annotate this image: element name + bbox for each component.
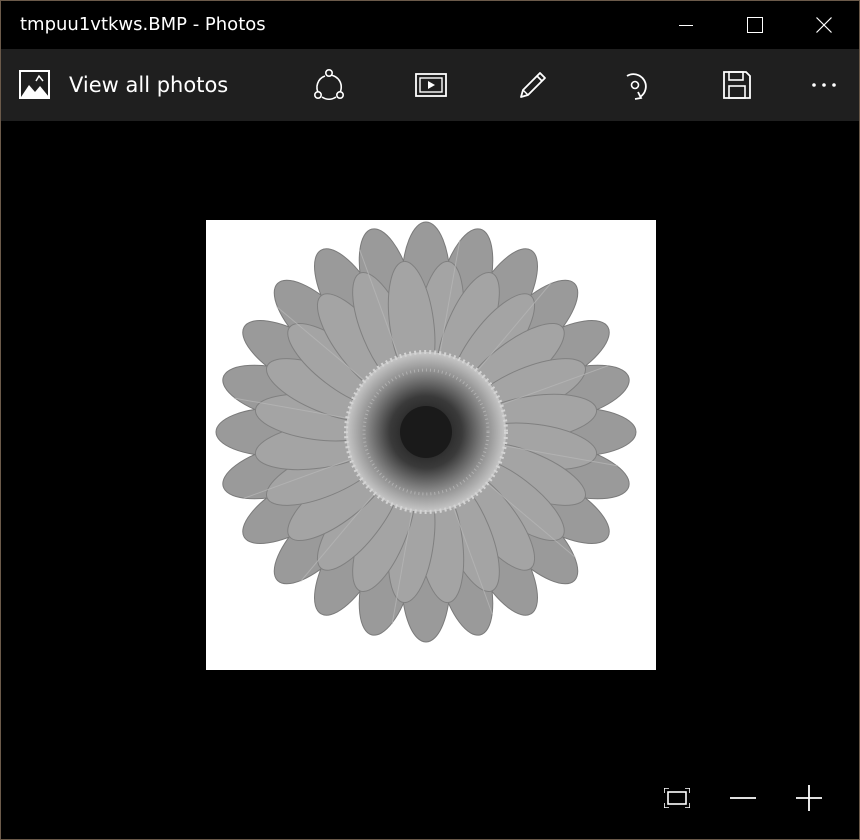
close-button[interactable]: [790, 1, 858, 49]
zoom-in-button[interactable]: [787, 776, 831, 820]
save-button[interactable]: [713, 61, 761, 109]
edit-pencil-icon: [520, 72, 546, 98]
maximize-icon: [747, 17, 763, 33]
toolbar: View all photos: [1, 49, 859, 121]
share-button[interactable]: [305, 61, 353, 109]
photos-icon: [19, 70, 50, 99]
minimize-icon: [679, 25, 693, 26]
zoom-out-button[interactable]: [721, 776, 765, 820]
slideshow-button[interactable]: [407, 61, 455, 109]
window-title: tmpuu1vtkws.BMP - Photos: [20, 14, 266, 35]
fit-to-window-icon: [664, 788, 690, 808]
minimize-button[interactable]: [652, 1, 720, 49]
photos-window: tmpuu1vtkws.BMP - Photos View all photos: [0, 0, 860, 840]
view-all-photos-label: View all photos: [69, 73, 229, 97]
edit-button[interactable]: [509, 61, 557, 109]
maximize-button[interactable]: [721, 1, 789, 49]
rotate-icon: [626, 73, 647, 100]
more-icon: [812, 83, 836, 87]
more-button[interactable]: [800, 61, 848, 109]
zoom-out-icon: [730, 797, 756, 799]
flower-image: [215, 221, 637, 643]
zoom-in-icon: [796, 785, 822, 811]
view-all-photos-button[interactable]: View all photos: [19, 67, 228, 103]
rotate-button[interactable]: [611, 61, 659, 109]
photo: [206, 220, 656, 670]
image-viewer[interactable]: [1, 121, 859, 839]
fit-to-window-button[interactable]: [655, 776, 699, 820]
slideshow-icon: [415, 73, 447, 97]
title-bar[interactable]: tmpuu1vtkws.BMP - Photos: [1, 1, 859, 49]
close-icon: [816, 17, 832, 33]
save-icon: [723, 71, 751, 99]
share-icon: [313, 68, 344, 101]
